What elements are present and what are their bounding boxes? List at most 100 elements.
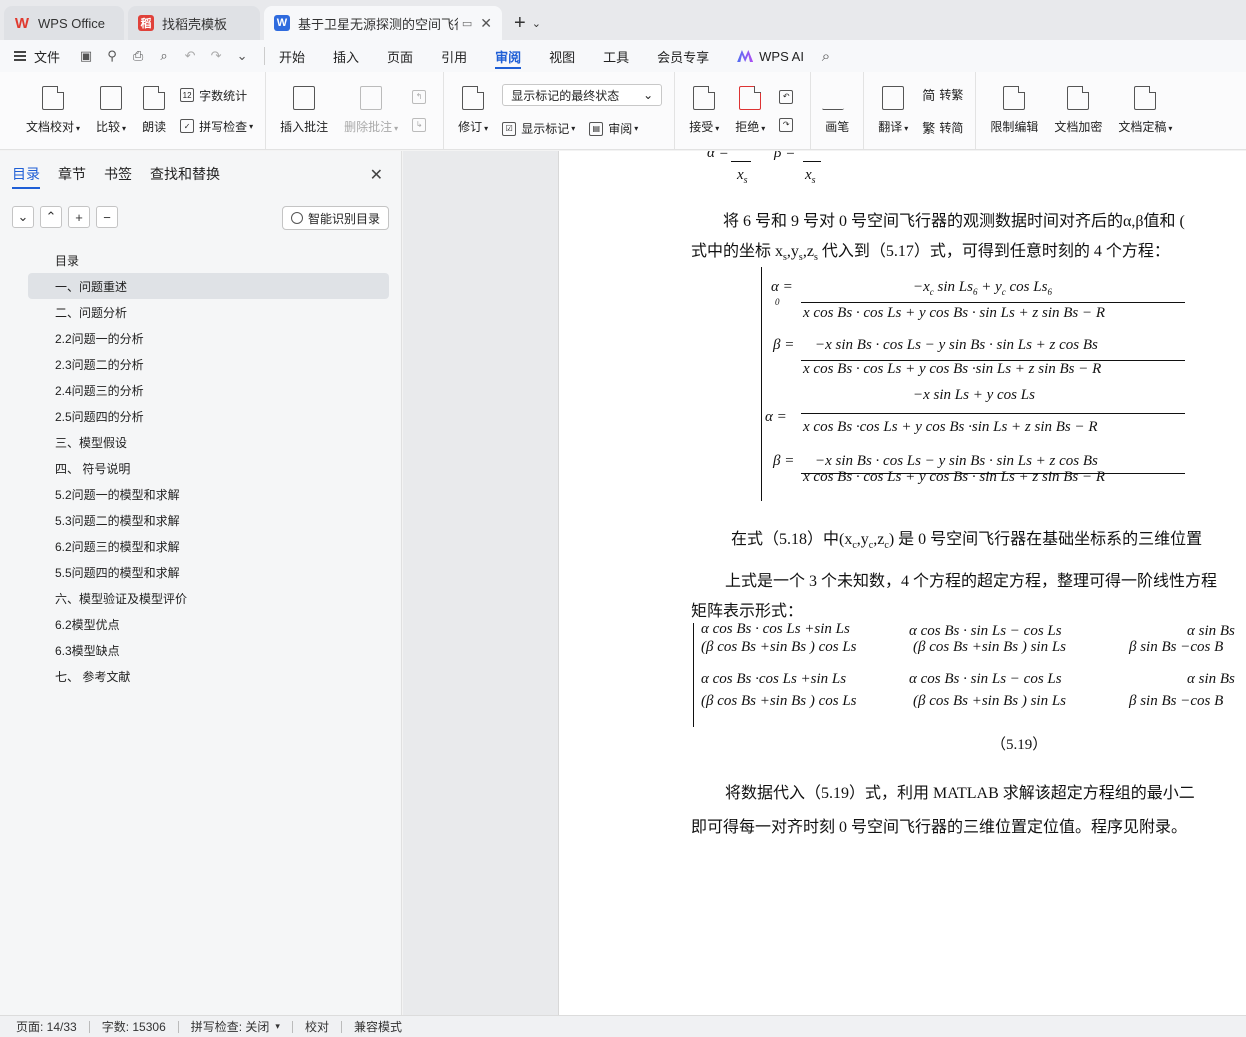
read-aloud-button[interactable]: 朗读 xyxy=(134,76,174,146)
matrix-r4c1: (β cos Bs +sin Bs ) cos Ls xyxy=(701,693,857,709)
menu-member[interactable]: 会员专享 xyxy=(657,40,709,72)
toc-item[interactable]: 一、问题重述 xyxy=(28,273,389,299)
tab-bookmarks[interactable]: 书签 xyxy=(104,159,132,189)
undo-icon[interactable]: ↶ xyxy=(182,48,198,64)
share-icon[interactable]: ⚲ xyxy=(104,48,120,64)
next-comment-icon: ↳ xyxy=(412,117,427,132)
formula-top-xs-left: xs xyxy=(737,167,748,186)
tab-daoke-template[interactable]: 稻 找稻壳模板 xyxy=(128,6,260,40)
toc-item[interactable]: 5.5问题四的模型和求解 xyxy=(28,559,389,585)
redo-icon[interactable]: ↷ xyxy=(208,48,224,64)
encrypt-icon xyxy=(1067,86,1090,110)
toc-item[interactable]: 二、问题分析 xyxy=(28,299,389,325)
toc-item[interactable]: 六、模型验证及模型评价 xyxy=(28,585,389,611)
menu-start[interactable]: 开始 xyxy=(279,40,305,72)
tab-document[interactable]: W 基于卫星无源探测的空间飞行器 ▭ ✕ xyxy=(264,6,502,40)
toc-item[interactable]: 三、模型假设 xyxy=(28,429,389,455)
word-count-button[interactable]: 12 字数统计 xyxy=(180,87,253,104)
toc-item[interactable]: 6.2问题三的模型和求解 xyxy=(28,533,389,559)
file-menu[interactable]: 文件 xyxy=(14,47,60,66)
paragraph-5: 矩阵表示形式： xyxy=(691,603,804,620)
close-tab-icon[interactable]: ✕ xyxy=(480,15,492,32)
tab-toc[interactable]: 目录 xyxy=(12,159,40,189)
toc-item[interactable]: 5.3问题二的模型和求解 xyxy=(28,507,389,533)
show-markup-button[interactable]: ☑ 显示标记 ▾ xyxy=(502,120,575,137)
chevron-down-icon[interactable]: ⌄ xyxy=(532,17,541,30)
toc-item[interactable]: 七、 参考文献 xyxy=(28,663,389,689)
accept-button[interactable]: 接受 ▾ xyxy=(681,76,727,146)
menu-tools[interactable]: 工具 xyxy=(603,40,629,72)
markup-state-select[interactable]: 显示标记的最终状态 ⌄ xyxy=(502,84,663,106)
smart-toc-icon xyxy=(290,212,303,224)
toc-item[interactable]: 5.2问题一的模型和求解 xyxy=(28,481,389,507)
monitor-icon[interactable]: ▭ xyxy=(462,17,472,30)
toc-item[interactable]: 四、 符号说明 xyxy=(28,455,389,481)
toc-root-item[interactable]: 目录 xyxy=(28,247,389,273)
next-comment-button[interactable]: ↳ xyxy=(412,117,431,132)
restrict-edit-button[interactable]: 限制编辑 xyxy=(982,76,1046,146)
proof-icon xyxy=(42,86,65,110)
finalize-button[interactable]: 文档定稿 ▾ xyxy=(1110,76,1180,146)
print-icon[interactable]: ⎙ xyxy=(130,48,146,64)
spell-check-status[interactable]: 拼写检查: 关闭 ▾ xyxy=(191,1018,280,1035)
daoke-logo-icon: 稻 xyxy=(138,15,154,31)
translate-button[interactable]: 翻译 ▾ xyxy=(870,76,916,146)
print-preview-icon[interactable]: ⌕ xyxy=(156,48,172,64)
insert-comment-button[interactable]: 插入批注 xyxy=(272,76,336,146)
pen-button[interactable]: 画笔 xyxy=(817,76,857,146)
revise-icon xyxy=(462,86,485,110)
review-pane-button[interactable]: ▤ 审阅 ▾ xyxy=(589,120,638,137)
toc-item[interactable]: 2.5问题四的分析 xyxy=(28,403,389,429)
next-revision-button[interactable]: ↷ xyxy=(779,117,798,132)
reject-button[interactable]: 拒绝 ▾ xyxy=(727,76,773,146)
proof-button[interactable]: 文档校对 ▾ xyxy=(18,76,88,146)
chevron-down-icon: ▾ xyxy=(484,124,489,133)
tab-wps-office[interactable]: W WPS Office xyxy=(4,6,124,40)
eq-alpha6-numerator: −xc sin Ls6 + yc cos Ls6 xyxy=(913,279,1052,297)
revise-button[interactable]: 修订 ▾ xyxy=(450,76,496,146)
page-indicator[interactable]: 页面: 14/33 xyxy=(16,1018,77,1035)
toc-item[interactable]: 2.3问题二的分析 xyxy=(28,351,389,377)
tab-chapters[interactable]: 章节 xyxy=(58,159,86,189)
menu-view[interactable]: 视图 xyxy=(549,40,575,72)
menu-insert[interactable]: 插入 xyxy=(333,40,359,72)
prev-revision-button[interactable]: ↶ xyxy=(779,89,798,104)
save-icon[interactable]: ▣ xyxy=(78,48,94,64)
new-tab-button[interactable]: + ⌄ xyxy=(506,6,549,40)
more-chevron-icon[interactable]: ⌄ xyxy=(234,48,250,64)
spell-check-button[interactable]: ✓ 拼写检查 ▾ xyxy=(180,118,253,135)
expand-down-button[interactable]: ⌄ xyxy=(12,206,34,228)
to-traditional-button[interactable]: 简转繁 xyxy=(922,85,963,104)
delete-comment-button[interactable]: 删除批注 ▾ xyxy=(336,76,406,146)
eq-beta9-label: β = xyxy=(773,453,795,469)
wps-ai-button[interactable]: WPS AI xyxy=(737,49,804,64)
menu-page[interactable]: 页面 xyxy=(387,40,413,72)
status-separator xyxy=(291,1020,293,1033)
close-nav-pane-icon[interactable]: ✕ xyxy=(370,165,383,185)
menu-review[interactable]: 审阅 xyxy=(495,40,522,72)
word-count-indicator[interactable]: 字数: 15306 xyxy=(102,1018,166,1035)
tab-find-replace[interactable]: 查找和替换 xyxy=(150,159,220,189)
formula-top-xs-right: xs xyxy=(805,167,816,186)
prev-comment-button[interactable]: ↰ xyxy=(412,89,431,104)
proof-status[interactable]: 校对 xyxy=(305,1018,329,1035)
menu-bar: 文件 ▣ ⚲ ⎙ ⌕ ↶ ↷ ⌄ 开始 插入 页面 引用 审阅 视图 工具 会员… xyxy=(0,40,1246,72)
document-canvas[interactable]: α = β = xs xs 将 6 号和 9 号对 0 号空间飞行器的观测数据时… xyxy=(403,151,1246,1015)
smart-toc-button[interactable]: 智能识别目录 xyxy=(281,206,389,230)
encrypt-button[interactable]: 文档加密 xyxy=(1046,76,1110,146)
to-simplified-button[interactable]: 繁转简 xyxy=(922,118,963,137)
remove-heading-button[interactable]: − xyxy=(96,206,118,228)
collapse-up-button[interactable]: ⌃ xyxy=(40,206,62,228)
ribbon-group-pen: 画笔 xyxy=(811,72,865,149)
equation-number: （5.19） xyxy=(991,737,1048,753)
document-page[interactable]: α = β = xs xs 将 6 号和 9 号对 0 号空间飞行器的观测数据时… xyxy=(558,151,1246,1015)
toc-item[interactable]: 6.2模型优点 xyxy=(28,611,389,637)
wps-ai-label: WPS AI xyxy=(759,48,804,64)
toc-item[interactable]: 6.3模型缺点 xyxy=(28,637,389,663)
compare-button[interactable]: 比较 ▾ xyxy=(88,76,134,146)
add-heading-button[interactable]: + xyxy=(68,206,90,228)
toc-item[interactable]: 2.4问题三的分析 xyxy=(28,377,389,403)
menu-reference[interactable]: 引用 xyxy=(441,40,467,72)
toc-item[interactable]: 2.2问题一的分析 xyxy=(28,325,389,351)
search-icon[interactable]: ⌕ xyxy=(818,48,834,65)
